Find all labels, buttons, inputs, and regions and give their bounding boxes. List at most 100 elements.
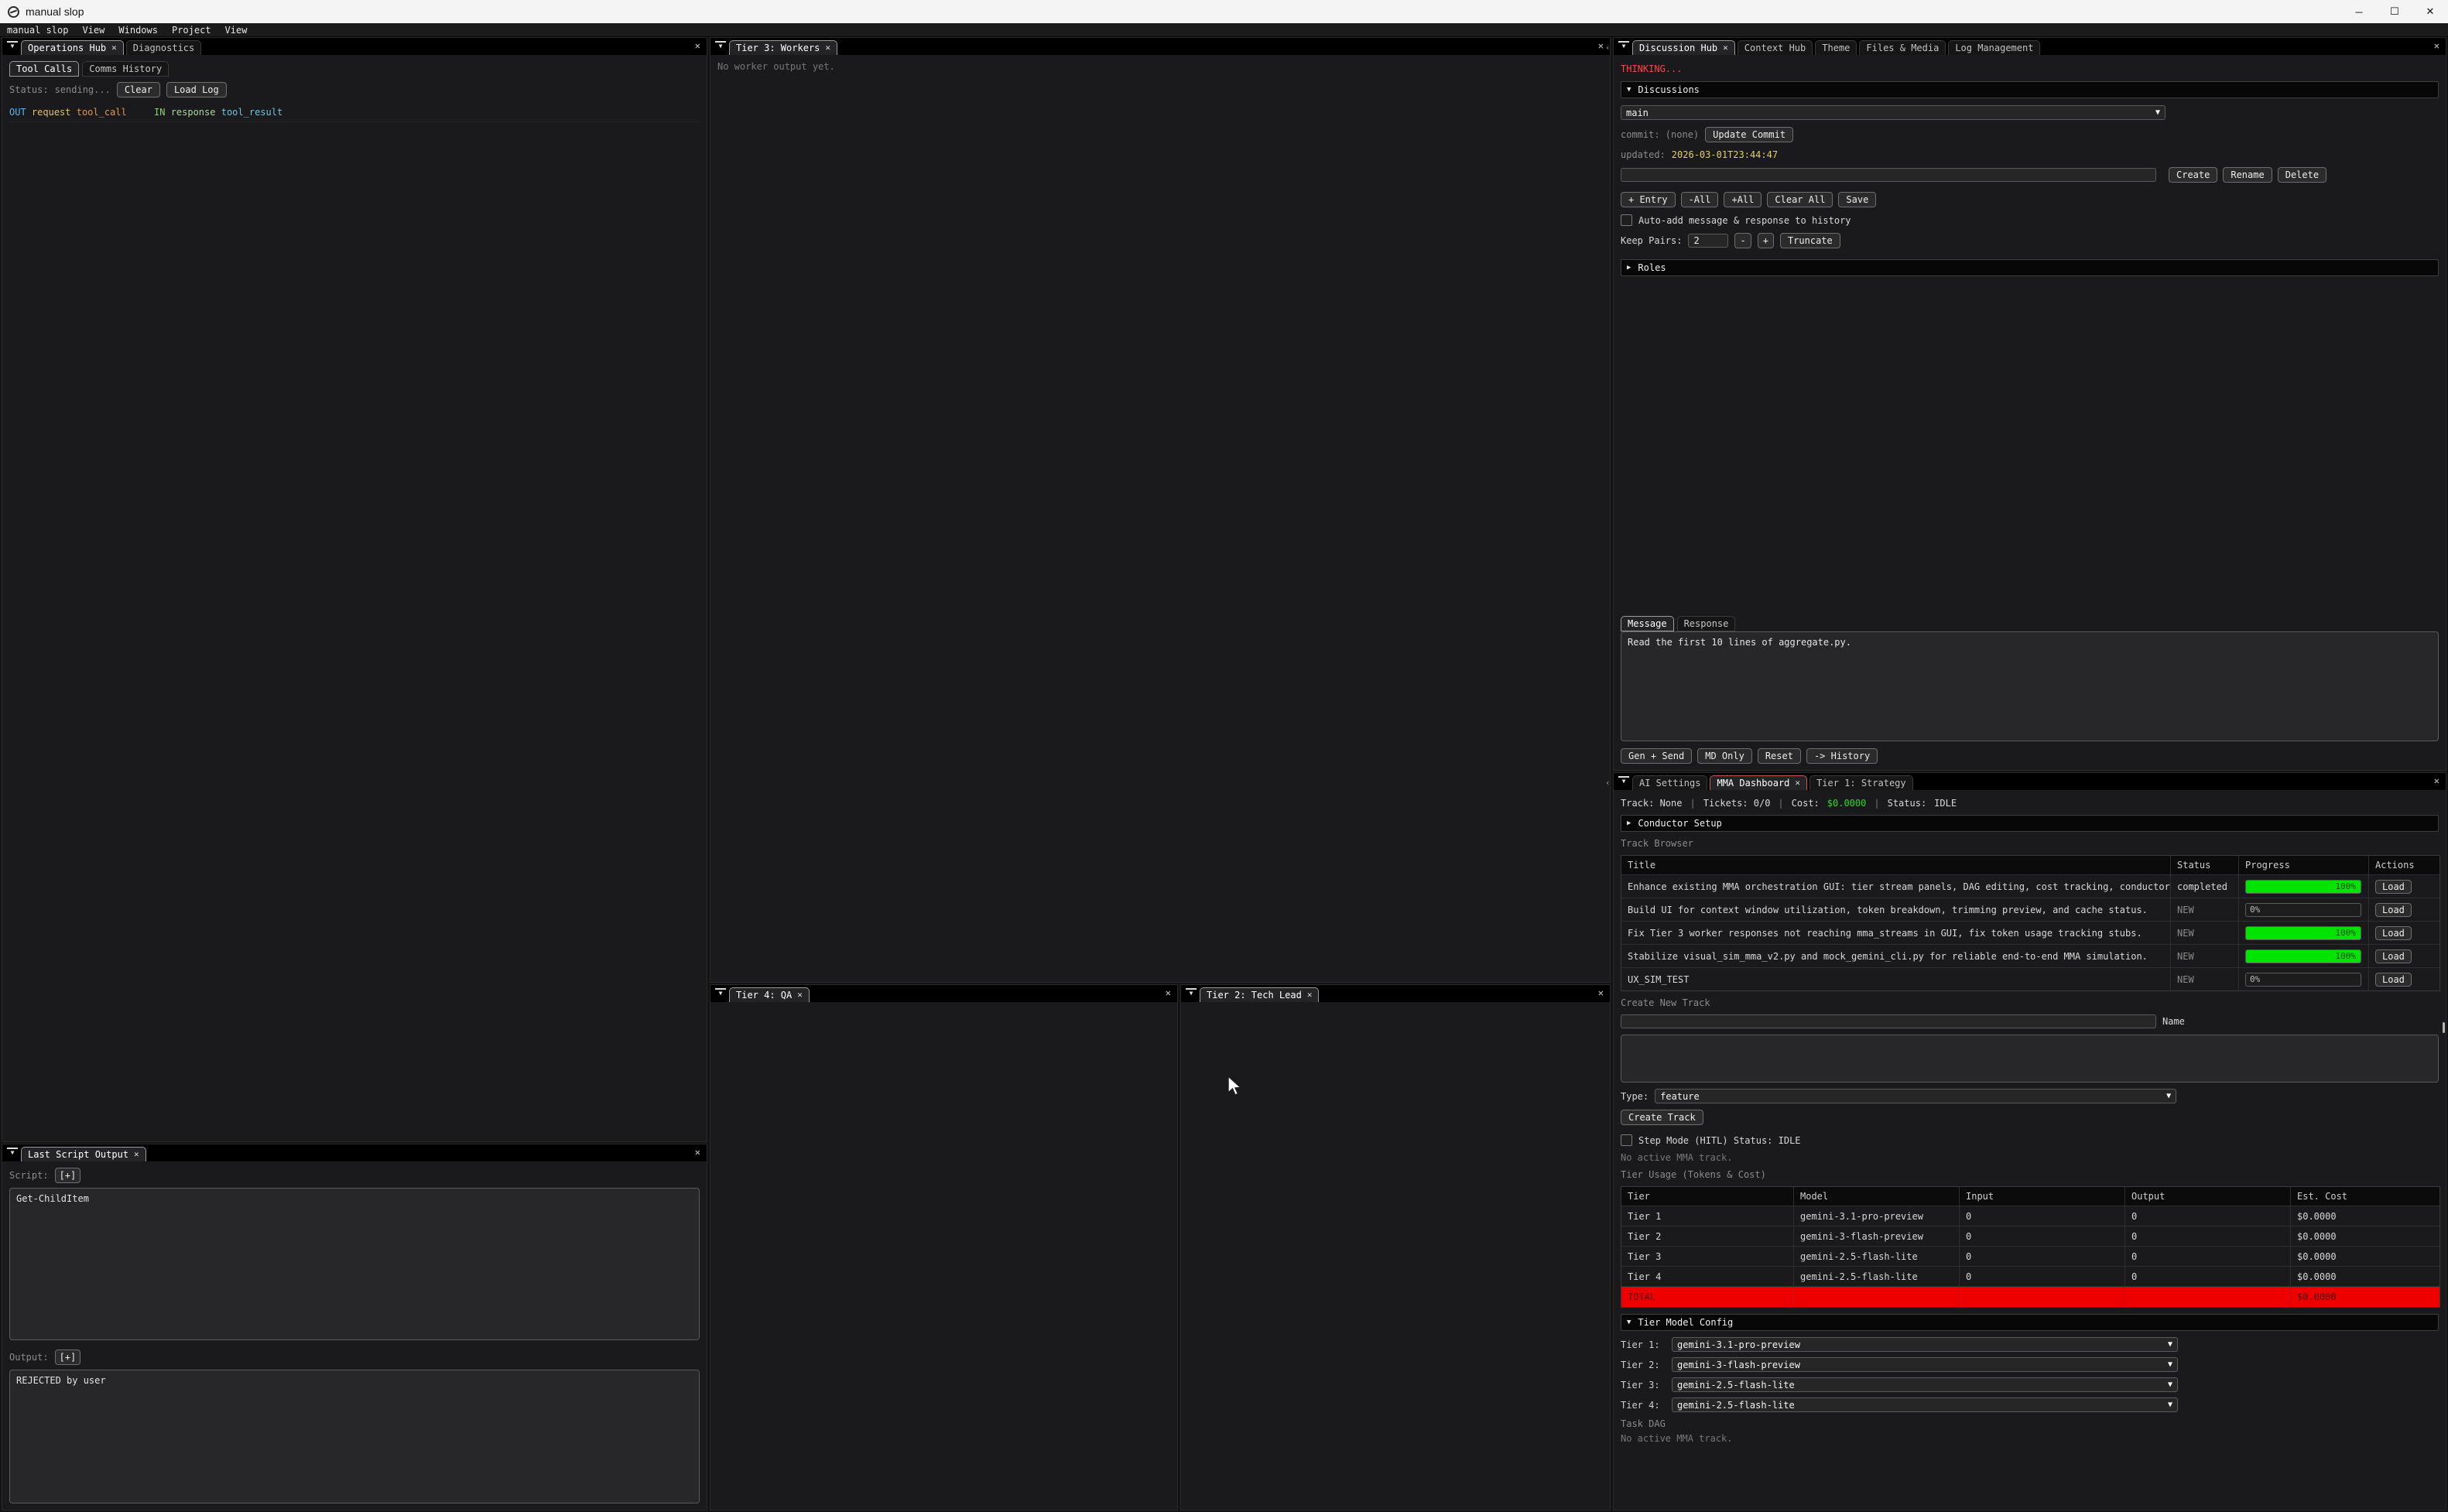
truncate-button[interactable]: Truncate <box>1780 233 1840 248</box>
track-description-textarea[interactable] <box>1621 1035 2439 1083</box>
menu-item-windows[interactable]: Windows <box>111 23 165 37</box>
tab-theme[interactable]: Theme <box>1815 40 1857 55</box>
panel-close-icon[interactable]: ✕ <box>695 1147 700 1158</box>
tier-model-select[interactable]: gemini-2.5-flash-lite▼ <box>1672 1377 2178 1392</box>
discussions-collapsible[interactable]: ▼ Discussions <box>1621 81 2439 98</box>
tab-files-media[interactable]: Files & Media <box>1859 40 1946 55</box>
message-md-only-button[interactable]: MD Only <box>1697 748 1752 764</box>
script-textarea[interactable]: Get-ChildItem <box>9 1188 700 1340</box>
load-track-button[interactable]: Load <box>2375 973 2412 987</box>
tab-tier-2-tech-lead[interactable]: Tier 2: Tech Lead✕ <box>1200 987 1319 1002</box>
auto-add-checkbox[interactable] <box>1621 214 1632 226</box>
panel-menu-icon[interactable]: ▼ <box>7 1148 18 1158</box>
history-clear-all-button[interactable]: Clear All <box>1767 192 1833 207</box>
history-save-button[interactable]: Save <box>1838 192 1876 207</box>
tier-model-select[interactable]: gemini-2.5-flash-lite▼ <box>1672 1397 2178 1412</box>
history-all-button[interactable]: +All <box>1724 192 1762 207</box>
panel-menu-icon[interactable]: ▼ <box>1618 776 1629 787</box>
menu-item-view[interactable]: View <box>218 23 255 37</box>
tier-model-select[interactable]: gemini-3.1-pro-preview▼ <box>1672 1337 2178 1352</box>
tab-close-icon[interactable]: ✕ <box>825 41 830 55</box>
message-reset-button[interactable]: Reset <box>1758 748 1801 764</box>
table-row[interactable]: Enhance existing MMA orchestration GUI: … <box>1621 874 2439 898</box>
panel-close-icon[interactable]: ✕ <box>1598 987 1604 998</box>
tier-model-select[interactable]: gemini-3-flash-preview▼ <box>1672 1357 2178 1372</box>
splitter-collapse-icon[interactable]: ‹ <box>1605 43 1611 53</box>
tab-diagnostics[interactable]: Diagnostics <box>126 40 201 55</box>
discussion-create-button[interactable]: Create <box>2169 167 2217 183</box>
tab-context-hub[interactable]: Context Hub <box>1738 40 1813 55</box>
step-mode-checkbox[interactable] <box>1621 1134 1632 1146</box>
keep-pairs-plus-button[interactable]: + <box>1758 233 1774 248</box>
panel-close-icon[interactable]: ✕ <box>2434 775 2439 786</box>
panel-menu-icon[interactable]: ▼ <box>1618 41 1629 52</box>
panel-menu-icon[interactable]: ▼ <box>7 41 18 52</box>
tab-tier-3-workers[interactable]: Tier 3: Workers✕ <box>729 40 837 55</box>
maximize-icon[interactable]: ☐ <box>2377 0 2412 23</box>
keep-pairs-input[interactable]: 2 <box>1688 234 1728 248</box>
roles-collapsible[interactable]: ▶ Roles <box>1621 259 2439 276</box>
tab-discussion-hub[interactable]: Discussion Hub✕ <box>1632 40 1735 55</box>
script-expand-button[interactable]: [+] <box>55 1168 81 1183</box>
panel-close-icon[interactable]: ✕ <box>1166 987 1171 998</box>
tab-tool-calls[interactable]: Tool Calls <box>9 61 79 77</box>
output-textarea[interactable]: REJECTED by user <box>9 1370 700 1503</box>
output-expand-button[interactable]: [+] <box>55 1350 81 1365</box>
table-row[interactable]: Stabilize visual_sim_mma_v2.py and mock_… <box>1621 944 2439 967</box>
message-history-button[interactable]: -> History <box>1806 748 1878 764</box>
tab-operations-hub[interactable]: Operations Hub✕ <box>21 40 124 55</box>
history-all-button[interactable]: -All <box>1681 192 1719 207</box>
tab-log-management[interactable]: Log Management <box>1948 40 2040 55</box>
tab-message[interactable]: Message <box>1621 616 1674 631</box>
create-track-button[interactable]: Create Track <box>1621 1110 1703 1125</box>
panel-close-icon[interactable]: ✕ <box>1598 40 1604 51</box>
history-entry-button[interactable]: + Entry <box>1621 192 1676 207</box>
message-gen-send-button[interactable]: Gen + Send <box>1621 748 1692 764</box>
table-row[interactable]: Build UI for context window utilization,… <box>1621 898 2439 921</box>
tab-close-icon[interactable]: ✕ <box>1723 41 1728 55</box>
update-commit-button[interactable]: Update Commit <box>1705 127 1793 142</box>
tab-close-icon[interactable]: ✕ <box>1307 988 1313 1002</box>
tab-comms-history[interactable]: Comms History <box>82 61 169 77</box>
track-type-select[interactable]: feature ▼ <box>1655 1089 2176 1103</box>
minimize-icon[interactable]: ─ <box>2341 0 2377 23</box>
splitter-collapse-icon[interactable]: ‹ <box>1605 778 1611 788</box>
close-icon[interactable]: ✕ <box>2412 0 2448 23</box>
panel-menu-icon[interactable]: ▼ <box>715 41 726 52</box>
menu-item-manual-slop[interactable]: manual slop <box>0 23 75 37</box>
load-track-button[interactable]: Load <box>2375 949 2412 963</box>
conductor-setup-collapsible[interactable]: ▶ Conductor Setup <box>1621 815 2439 832</box>
panel-close-icon[interactable]: ✕ <box>695 40 700 51</box>
tab-tier-1-strategy[interactable]: Tier 1: Strategy <box>1809 775 1913 790</box>
tab-response[interactable]: Response <box>1677 616 1736 631</box>
table-row[interactable]: Fix Tier 3 worker responses not reaching… <box>1621 921 2439 944</box>
tab-mma-dashboard[interactable]: MMA Dashboard✕ <box>1710 775 1807 790</box>
message-textarea[interactable]: Read the first 10 lines of aggregate.py. <box>1621 631 2439 741</box>
tab-close-icon[interactable]: ✕ <box>1795 776 1800 790</box>
tool-call-log-entry[interactable]: OUT request tool_call IN response tool_r… <box>9 107 700 122</box>
discussion-select[interactable]: main ▼ <box>1621 105 2166 120</box>
clear-button[interactable]: Clear <box>117 82 160 97</box>
panel-menu-icon[interactable]: ▼ <box>1186 988 1197 999</box>
tier-model-config-collapsible[interactable]: ▼ Tier Model Config <box>1621 1314 2439 1331</box>
load-track-button[interactable]: Load <box>2375 926 2412 940</box>
discussion-delete-button[interactable]: Delete <box>2278 167 2326 183</box>
discussion-rename-button[interactable]: Rename <box>2223 167 2272 183</box>
scrollbar-thumb[interactable] <box>2443 1022 2445 1033</box>
menu-item-project[interactable]: Project <box>165 23 218 37</box>
table-row[interactable]: UX_SIM_TESTNEW0%Load <box>1621 967 2439 990</box>
discussion-name-input[interactable] <box>1621 168 2156 182</box>
track-name-input[interactable] <box>1621 1014 2156 1028</box>
tab-tier-4-qa[interactable]: Tier 4: QA✕ <box>729 987 810 1002</box>
panel-menu-icon[interactable]: ▼ <box>715 988 726 999</box>
menu-item-view[interactable]: View <box>75 23 111 37</box>
load-track-button[interactable]: Load <box>2375 880 2412 894</box>
tab-ai-settings[interactable]: AI Settings <box>1632 775 1707 790</box>
tab-last-script-output[interactable]: Last Script Output✕ <box>21 1147 146 1161</box>
tab-close-icon[interactable]: ✕ <box>111 41 117 55</box>
load-track-button[interactable]: Load <box>2375 903 2412 917</box>
load-log-button[interactable]: Load Log <box>166 82 227 97</box>
panel-close-icon[interactable]: ✕ <box>2434 40 2439 51</box>
tab-close-icon[interactable]: ✕ <box>134 1148 139 1161</box>
tab-close-icon[interactable]: ✕ <box>797 988 803 1002</box>
